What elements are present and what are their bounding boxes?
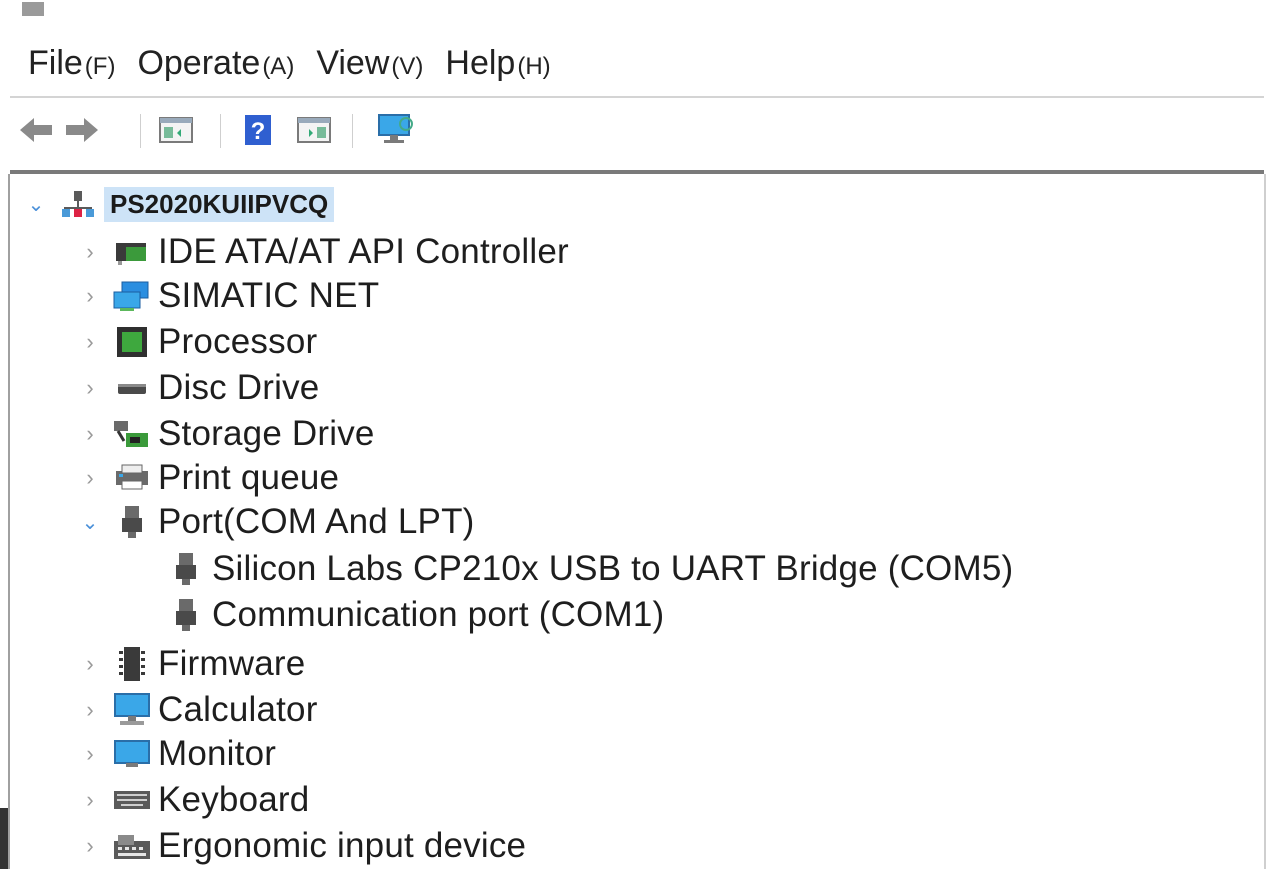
chevron-right-icon[interactable]: ›: [80, 375, 100, 401]
title-bar: [0, 0, 1272, 22]
chevron-down-icon[interactable]: ⌄: [26, 192, 46, 217]
help-icon: ?: [245, 115, 271, 145]
storage-controller-icon: [112, 416, 152, 452]
action-pane-icon: [297, 117, 331, 143]
category-label: Port(COM And LPT): [158, 502, 475, 541]
port-icon: [166, 551, 206, 587]
ide-controller-icon: [112, 234, 152, 270]
menu-help-accel: (H): [517, 53, 551, 80]
monitor-icon: [378, 114, 413, 143]
device-tree: ⌄ PS2020KUIIPVCQ › IDE ATA/AT API Contro…: [0, 174, 1264, 869]
chevron-right-icon[interactable]: ›: [80, 283, 100, 309]
tree-category-firmware[interactable]: › Firmware: [80, 642, 305, 686]
chevron-down-icon[interactable]: ⌄: [80, 510, 100, 535]
forward-button[interactable]: [62, 110, 102, 150]
menu-help[interactable]: Help (H): [445, 44, 550, 83]
computer-network-icon: [58, 186, 98, 222]
device-label: Silicon Labs CP210x USB to UART Bridge (…: [212, 549, 1014, 588]
category-label: Disc Drive: [158, 368, 320, 407]
tree-device-com5[interactable]: Silicon Labs CP210x USB to UART Bridge (…: [166, 546, 1013, 592]
category-label: IDE ATA/AT API Controller: [158, 232, 569, 271]
printer-icon: [112, 460, 152, 496]
device-label: Communication port (COM1): [212, 595, 665, 634]
toolbar: ?: [16, 104, 616, 156]
hid-icon: [112, 828, 152, 864]
back-arrow-icon: [20, 118, 52, 142]
category-label: Print queue: [158, 458, 340, 497]
help-button[interactable]: ?: [238, 110, 278, 150]
menu-bar: File (F) Operate (A) View (V) Help (H): [28, 44, 551, 83]
console-tree-icon: [159, 117, 193, 143]
category-label: Processor: [158, 322, 318, 361]
category-label: Monitor: [158, 734, 277, 773]
tree-category-simatic-net[interactable]: › SIMATIC NET: [80, 274, 379, 318]
tree-category-ide-controller[interactable]: › IDE ATA/AT API Controller: [80, 230, 569, 274]
keyboard-icon: [112, 782, 152, 818]
network-icon: [112, 278, 152, 314]
port-icon: [112, 504, 152, 540]
tree-category-disc-drive[interactable]: › Disc Drive: [80, 366, 319, 410]
menu-operate-accel: (A): [262, 53, 295, 80]
toolbar-separator: [220, 114, 221, 148]
tree-category-keyboard[interactable]: › Keyboard: [80, 778, 309, 822]
menu-view[interactable]: View (V): [316, 44, 423, 83]
tree-category-processor[interactable]: › Processor: [80, 320, 317, 364]
chevron-right-icon[interactable]: ›: [80, 651, 100, 677]
processor-icon: [112, 324, 152, 360]
app-icon: [22, 2, 44, 16]
menu-operate[interactable]: Operate (A): [137, 44, 294, 83]
chevron-right-icon[interactable]: ›: [80, 741, 100, 767]
svg-text:?: ?: [251, 118, 266, 145]
port-icon: [166, 597, 206, 633]
firmware-icon: [112, 646, 152, 682]
category-label: SIMATIC NET: [158, 276, 380, 315]
menu-view-accel: (V): [391, 53, 424, 80]
pane-right-border: [1264, 174, 1266, 869]
computer-icon: [112, 692, 152, 728]
disk-drive-icon: [112, 370, 152, 406]
chevron-right-icon[interactable]: ›: [80, 421, 100, 447]
forward-arrow-icon: [66, 118, 98, 142]
tree-category-ports[interactable]: ⌄ Port(COM And LPT): [80, 500, 475, 544]
chevron-right-icon[interactable]: ›: [80, 465, 100, 491]
tree-category-hid[interactable]: › Ergonomic input device: [80, 824, 526, 868]
menu-view-label: View: [316, 44, 390, 82]
chevron-right-icon[interactable]: ›: [80, 239, 100, 265]
menu-file-label: File: [28, 44, 83, 82]
chevron-right-icon[interactable]: ›: [80, 833, 100, 859]
tree-root-node[interactable]: ⌄ PS2020KUIIPVCQ: [26, 184, 335, 224]
tree-category-monitor[interactable]: › Monitor: [80, 732, 276, 776]
menu-operate-label: Operate: [137, 44, 261, 82]
tree-category-print-queue[interactable]: › Print queue: [80, 458, 339, 498]
scan-hardware-button[interactable]: [376, 110, 416, 150]
menu-file-accel: (F): [84, 53, 116, 80]
menu-help-label: Help: [445, 44, 516, 82]
show-hide-console-tree-button[interactable]: [156, 110, 196, 150]
category-label: Firmware: [158, 644, 306, 683]
toolbar-separator: [140, 114, 141, 148]
toolbar-separator: [352, 114, 353, 148]
back-button[interactable]: [16, 110, 56, 150]
tree-category-storage-drive[interactable]: › Storage Drive: [80, 412, 375, 456]
root-computer-name: PS2020KUIIPVCQ: [104, 186, 335, 222]
category-label: Storage Drive: [158, 414, 375, 453]
menu-file[interactable]: File (F): [28, 44, 115, 83]
show-hide-action-pane-button[interactable]: [294, 110, 334, 150]
chevron-right-icon[interactable]: ›: [80, 697, 100, 723]
category-label: Calculator: [158, 690, 318, 729]
category-label: Ergonomic input device: [158, 826, 527, 865]
menu-divider: [10, 96, 1264, 98]
chevron-right-icon[interactable]: ›: [80, 787, 100, 813]
tree-category-calculator[interactable]: › Calculator: [80, 688, 318, 732]
category-label: Keyboard: [158, 780, 310, 819]
monitor-icon: [112, 736, 152, 772]
tree-device-com1[interactable]: Communication port (COM1): [166, 592, 664, 638]
chevron-right-icon[interactable]: ›: [80, 329, 100, 355]
